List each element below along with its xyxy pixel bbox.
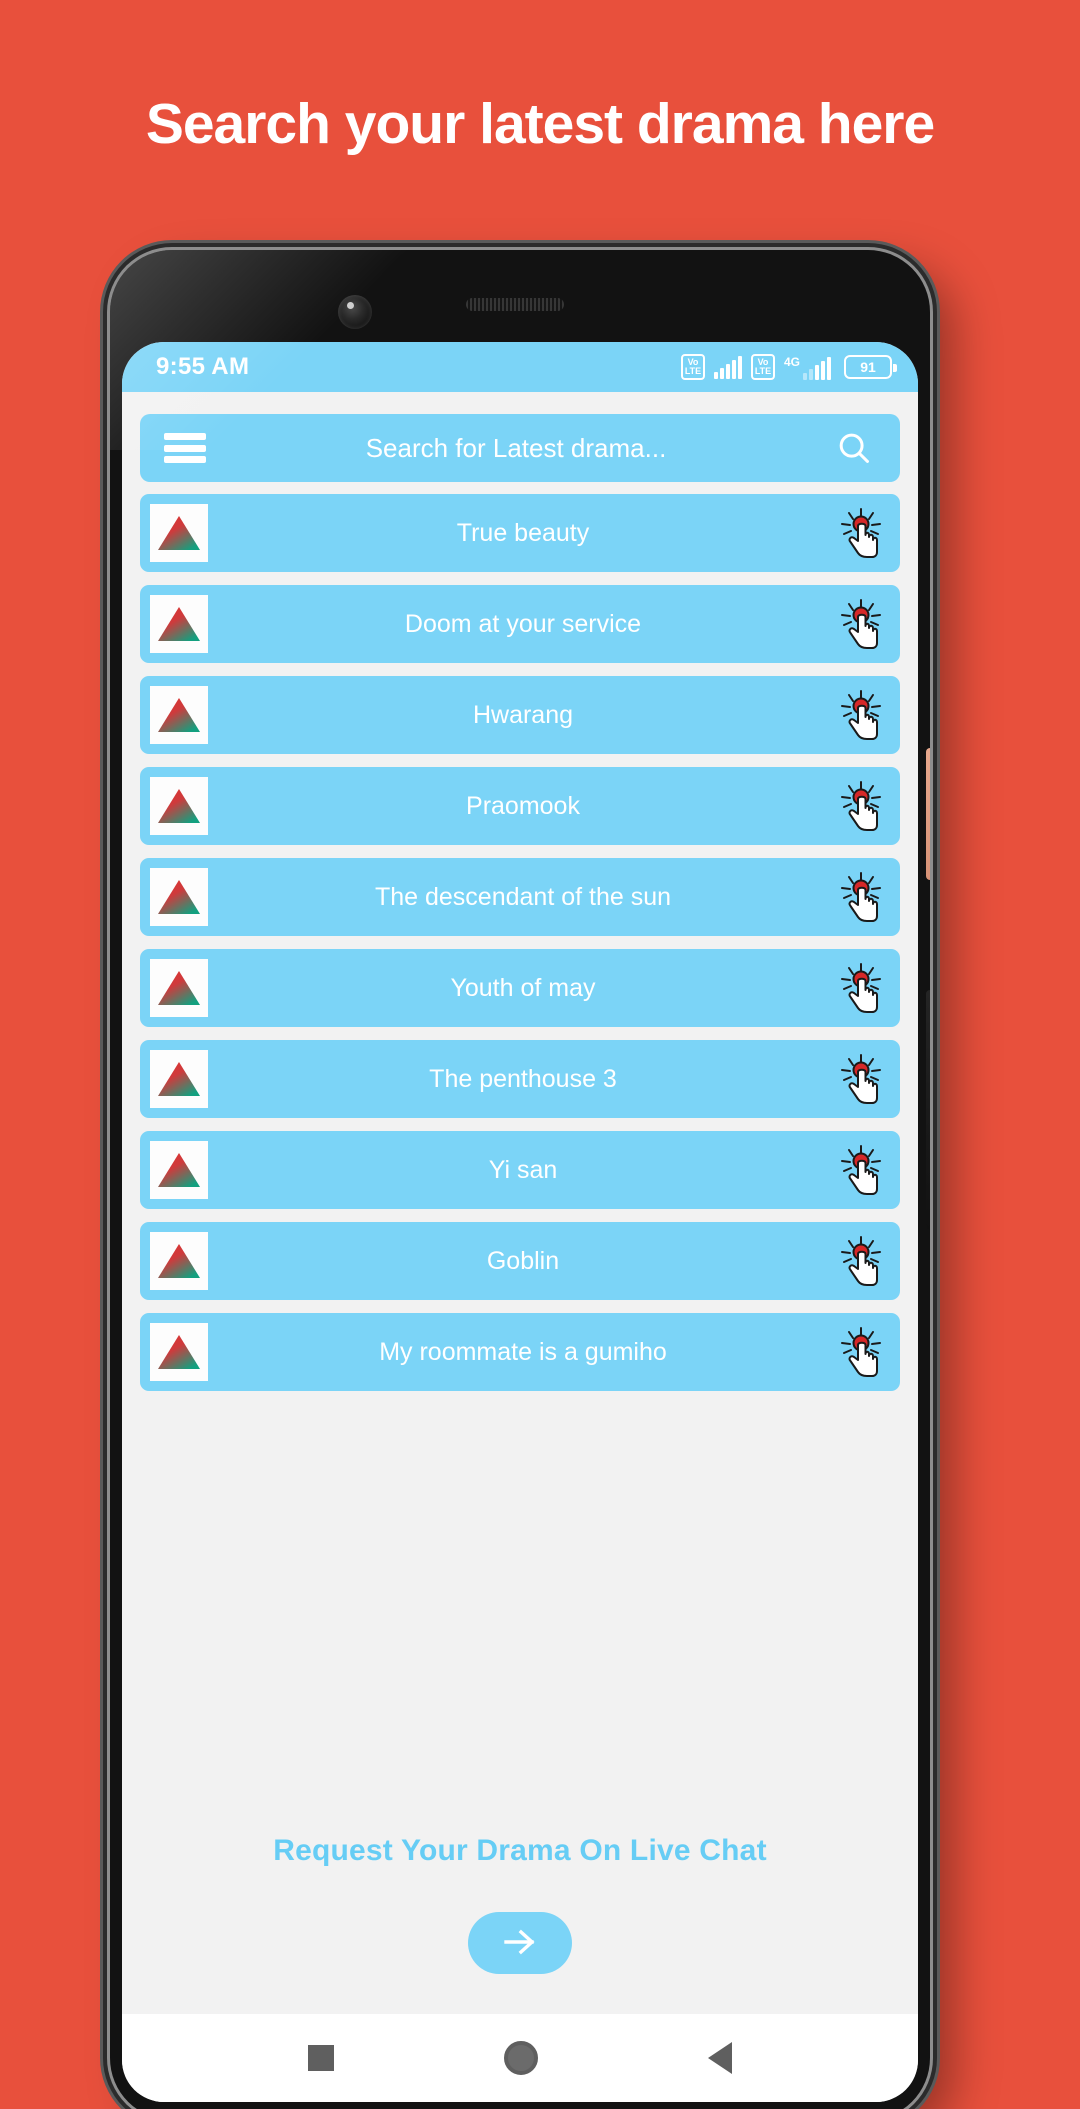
network-group: 4G [784,355,831,380]
tap-hand-icon[interactable] [838,777,884,835]
tap-hand-icon[interactable] [838,1232,884,1290]
status-clock: 9:55 AM [156,353,250,380]
triangle-gradient-icon [150,777,208,835]
list-item-label: The descendant of the sun [374,882,672,911]
list-item[interactable]: Praomook [140,767,900,845]
list-item[interactable]: True beauty [140,494,900,572]
list-item[interactable]: My roommate is a gumiho [140,1313,900,1391]
list-item[interactable]: Hwarang [140,676,900,754]
list-item[interactable]: Yi san [140,1131,900,1209]
list-item[interactable]: Youth of may [140,949,900,1027]
page-title: Search your latest drama here [145,92,935,156]
triangle-gradient-icon [150,504,208,562]
android-nav-bar [122,2014,918,2102]
triangle-gradient-icon [150,595,208,653]
list-item-label: Hwarang [472,700,574,729]
triangle-gradient-icon [150,1141,208,1199]
back-triangle-icon[interactable] [708,2042,732,2074]
list-item-label: Praomook [466,791,580,820]
triangle-gradient-icon [150,686,208,744]
list-item[interactable]: Goblin [140,1222,900,1300]
tap-hand-icon[interactable] [838,1050,884,1108]
triangle-gradient-icon [150,1050,208,1108]
front-camera-icon [338,295,372,329]
hamburger-menu-icon[interactable] [164,433,206,463]
list-item[interactable]: Doom at your service [140,585,900,663]
tap-hand-icon[interactable] [838,686,884,744]
triangle-gradient-icon [150,1323,208,1381]
search-icon[interactable] [834,428,874,468]
signal-bars-icon-2 [803,356,831,380]
list-item-label: Yi san [488,1155,558,1184]
power-button[interactable] [926,748,930,880]
search-section: Search for Latest drama... [122,392,918,494]
tap-hand-icon[interactable] [838,868,884,926]
earpiece-speaker-icon [466,298,564,311]
tap-hand-icon[interactable] [838,595,884,653]
volte-icon-2: Vo LTE [750,354,775,380]
triangle-gradient-icon [150,868,208,926]
search-bar[interactable]: Search for Latest drama... [140,414,900,482]
volume-button[interactable] [926,990,930,1230]
list-item[interactable]: The penthouse 3 [140,1040,900,1118]
list-item-label: The penthouse 3 [429,1064,617,1093]
arrow-right-icon [496,1925,544,1962]
list-item-label: Goblin [486,1246,560,1275]
tap-hand-icon[interactable] [838,504,884,562]
next-button[interactable] [468,1912,572,1974]
home-circle-icon[interactable] [504,2041,538,2075]
live-chat-cta-label: Request Your Drama On Live Chat [273,1834,767,1867]
triangle-gradient-icon [150,959,208,1017]
list-item-label: True beauty [456,518,590,547]
triangle-gradient-icon [150,1232,208,1290]
status-icons-group: Vo LTE Vo LTE 4G 91 [680,354,897,380]
tap-hand-icon[interactable] [838,959,884,1017]
phone-screen: 9:55 AM Vo LTE Vo LTE 4G 91 Search for L… [122,342,918,2102]
battery-icon: 91 [844,355,897,379]
network-type-label: 4G [783,354,800,369]
tap-hand-icon[interactable] [838,1141,884,1199]
live-chat-cta-section: Request Your Drama On Live Chat [122,1824,918,2014]
battery-percent-label: 91 [860,359,876,375]
volte-bottom-label-2: LTE [754,366,772,376]
next-button-wrap [122,1868,918,2014]
signal-bars-icon-1 [713,355,742,379]
phone-mockup: 9:55 AM Vo LTE Vo LTE 4G 91 Search for L… [110,250,930,2109]
list-item-label: Youth of may [450,973,596,1002]
status-bar: 9:55 AM Vo LTE Vo LTE 4G 91 [122,342,918,392]
volte-bottom-label: LTE [684,366,702,376]
tap-hand-icon[interactable] [838,1323,884,1381]
volte-icon-1: Vo LTE [680,354,705,380]
search-input[interactable]: Search for Latest drama... [222,433,818,464]
recents-square-icon[interactable] [308,2045,334,2071]
drama-list[interactable]: True beauty Doom at your service Hwarang Pr… [122,494,918,1824]
list-item-label: Doom at your service [404,609,642,638]
list-item-label: My roommate is a gumiho [379,1337,667,1366]
list-item[interactable]: The descendant of the sun [140,858,900,936]
